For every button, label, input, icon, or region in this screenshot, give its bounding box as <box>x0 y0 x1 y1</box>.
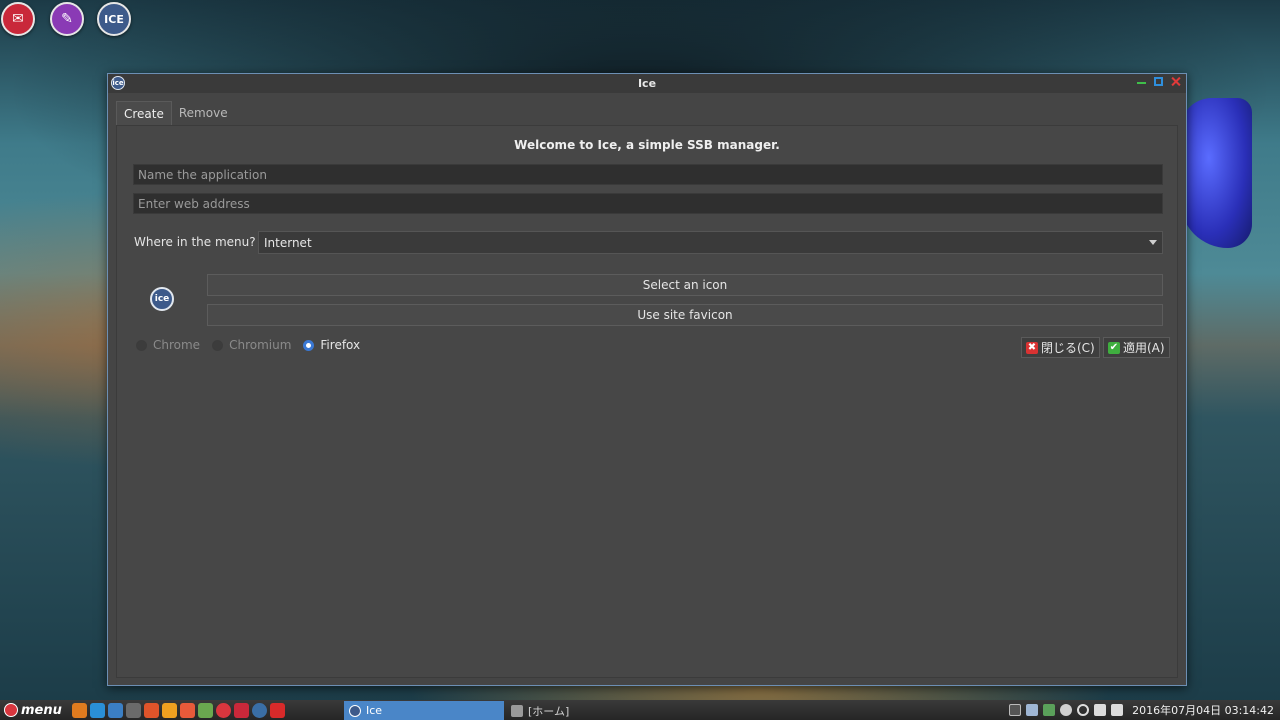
ice-launcher-icon[interactable]: ICE <box>97 2 131 36</box>
workspace-2-icon[interactable] <box>1026 704 1039 716</box>
close-button[interactable]: ✖ 閉じる(C) <box>1021 337 1100 358</box>
task-home[interactable]: [ホーム] <box>506 701 656 720</box>
paint-icon[interactable]: ✎ <box>50 2 84 36</box>
window-title: Ice <box>637 77 657 90</box>
shield-icon[interactable] <box>1043 704 1056 716</box>
editor-launcher-icon[interactable] <box>143 702 159 718</box>
taskbar: menu Ice [ホーム] 2016年07月04日 03:14:42 <box>0 700 1280 720</box>
office-launcher-icon[interactable] <box>197 702 213 718</box>
task-ice[interactable]: Ice <box>344 701 504 720</box>
radio-chrome-label: Chrome <box>153 338 201 352</box>
cancel-icon: ✖ <box>1026 341 1038 354</box>
welcome-heading: Welcome to Ice, a simple SSB manager. <box>514 138 780 152</box>
menu-location-value: Internet <box>264 236 312 250</box>
update-launcher-icon[interactable] <box>233 702 249 718</box>
system-tray: 2016年07月04日 03:14:42 <box>1009 700 1274 720</box>
radio-dot-icon <box>303 339 315 351</box>
close-button-label: 閉じる(C) <box>1041 341 1095 355</box>
wifi-icon[interactable] <box>1094 704 1107 716</box>
mail-icon[interactable]: ✉ <box>1 2 35 36</box>
window-titlebar[interactable]: ice Ice <box>108 74 1186 93</box>
radio-chrome[interactable]: Chrome <box>136 338 200 352</box>
browser-options: Chrome Chromium Firefox <box>136 338 360 352</box>
radio-dot-icon <box>212 339 224 351</box>
browser-launcher-icon[interactable] <box>71 702 87 718</box>
web-launcher-icon[interactable] <box>89 702 105 718</box>
tab-bar: Create Remove <box>116 101 235 125</box>
create-panel: Welcome to Ice, a simple SSB manager. Na… <box>116 125 1178 678</box>
minimize-icon[interactable] <box>1137 77 1146 84</box>
desktop-wallpaper-apple <box>1180 98 1252 248</box>
select-icon-button[interactable]: Select an icon <box>207 274 1163 296</box>
files-launcher-icon[interactable] <box>107 702 123 718</box>
lock-launcher-icon[interactable] <box>269 702 285 718</box>
window-app-icon: ice <box>111 76 125 90</box>
radio-firefox-label: Firefox <box>320 338 361 352</box>
vlc-launcher-icon[interactable] <box>161 702 177 718</box>
clock[interactable]: 2016年07月04日 03:14:42 <box>1132 702 1274 718</box>
radio-dot-icon <box>136 339 147 351</box>
ice-task-icon <box>349 704 361 717</box>
start-menu-button[interactable]: menu <box>0 700 66 720</box>
apply-button[interactable]: ✔ 適用(A) <box>1103 337 1170 358</box>
menu-logo-icon <box>4 703 18 717</box>
task-ice-label: Ice <box>366 704 383 717</box>
night-mode-icon[interactable] <box>1060 704 1073 716</box>
terminal-launcher-icon[interactable] <box>125 702 141 718</box>
status-icon[interactable] <box>1077 704 1090 716</box>
app-name-input[interactable]: Name the application <box>133 164 1163 185</box>
store-launcher-icon[interactable] <box>179 702 195 718</box>
tab-create[interactable]: Create <box>116 101 172 125</box>
radio-chromium-label: Chromium <box>229 338 292 352</box>
apply-button-label: 適用(A) <box>1123 341 1165 355</box>
radio-firefox[interactable]: Firefox <box>303 338 360 352</box>
home-folder-icon <box>511 704 523 717</box>
quick-launchers <box>71 702 285 718</box>
use-favicon-button[interactable]: Use site favicon <box>207 304 1163 326</box>
chevron-down-icon <box>1149 240 1157 245</box>
menu-location-label: Where in the menu? <box>134 235 256 249</box>
workspace-1-icon[interactable] <box>1009 704 1022 716</box>
web-address-input[interactable]: Enter web address <box>133 193 1163 214</box>
radio-chromium[interactable]: Chromium <box>212 338 291 352</box>
check-icon: ✔ <box>1108 341 1120 354</box>
app-icon-preview: ice <box>150 287 174 311</box>
volume-icon[interactable] <box>1111 704 1124 716</box>
settings-launcher-icon[interactable] <box>215 702 231 718</box>
maximize-icon[interactable] <box>1154 77 1163 86</box>
ice-window: ice Ice Create Remove Welcome to Ice, a … <box>107 73 1187 686</box>
task-home-label: [ホーム] <box>528 704 570 718</box>
system-launcher-icon[interactable] <box>251 702 267 718</box>
tab-remove[interactable]: Remove <box>172 101 235 125</box>
menu-location-select[interactable]: Internet <box>258 231 1163 254</box>
menu-label: menu <box>21 702 62 718</box>
close-icon[interactable] <box>1171 77 1180 86</box>
window-controls <box>1137 77 1180 86</box>
